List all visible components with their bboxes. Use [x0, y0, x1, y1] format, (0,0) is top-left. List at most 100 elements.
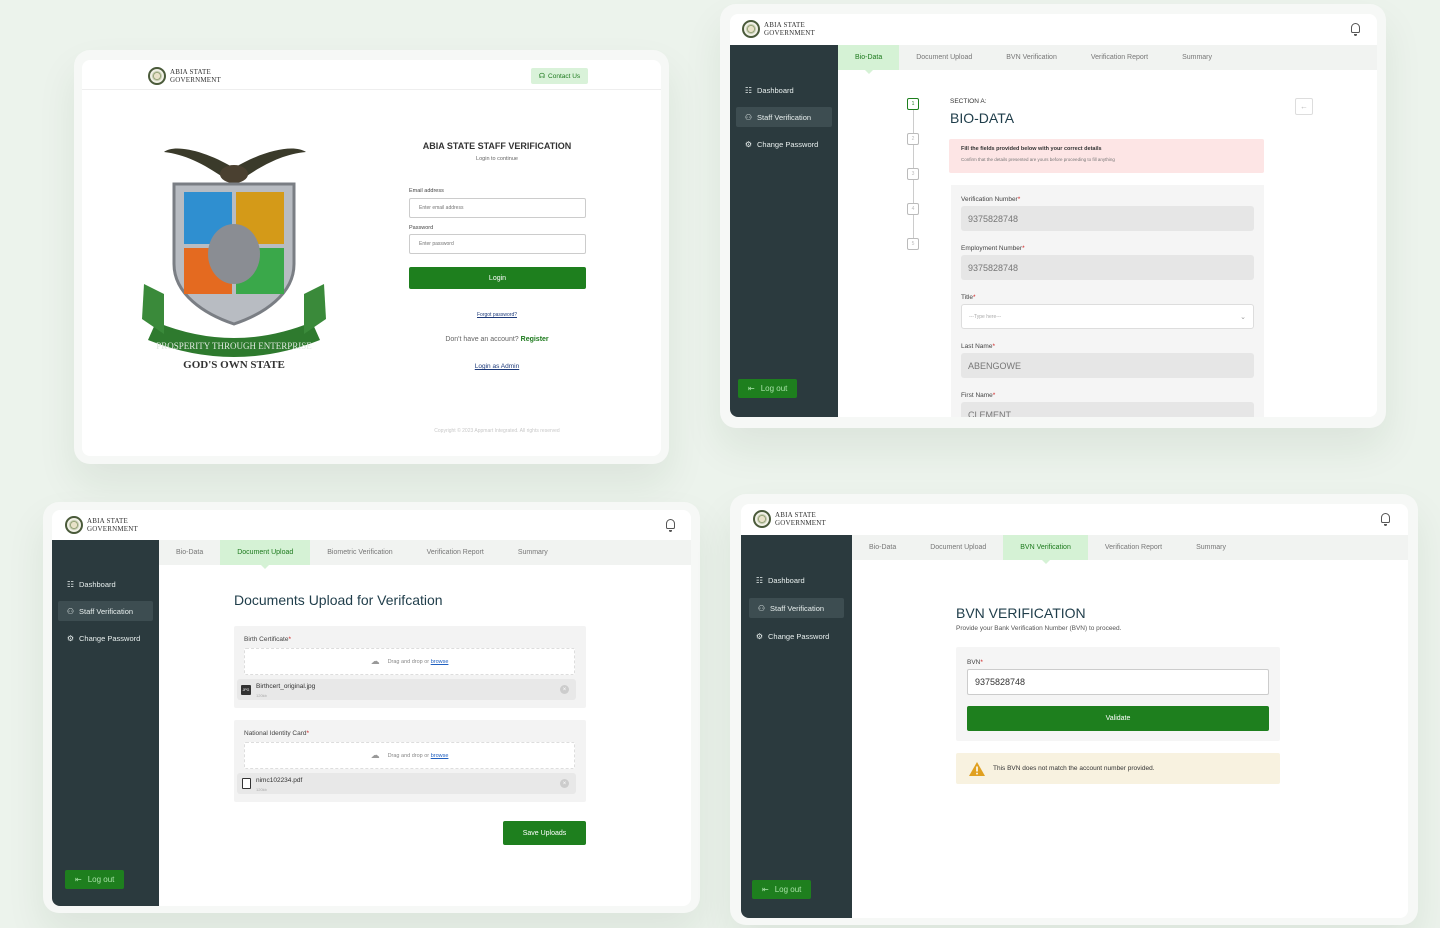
- section-title: BIO-DATA: [950, 110, 1015, 126]
- cloud-upload-icon: ☁: [370, 656, 380, 666]
- sidebar-item-dashboard[interactable]: ☷ Dashboard: [747, 570, 846, 590]
- title-select[interactable]: ---Type here--- ⌄: [961, 304, 1254, 329]
- browse-link[interactable]: browse: [431, 659, 449, 665]
- logo: ABIA STATE GOVERNMENT: [753, 510, 826, 528]
- nin-dropzone[interactable]: ☁ Drag and drop or browse: [244, 742, 575, 769]
- back-arrow-icon[interactable]: ←: [1295, 98, 1313, 115]
- logout-button[interactable]: ⇤ Log out: [752, 880, 812, 899]
- chevron-down-icon: ⌄: [1240, 313, 1246, 321]
- email-input[interactable]: [409, 198, 586, 218]
- bvn-card: BVN* 9375828748 Validate: [956, 647, 1280, 741]
- remove-file-icon[interactable]: ×: [560, 779, 569, 788]
- logout-icon: ⇤: [748, 384, 755, 393]
- tab-biometric-verification[interactable]: Biometric Verification: [310, 540, 409, 565]
- step-tabs: Bio-Data Document Upload Biometric Verif…: [159, 540, 691, 569]
- biodata-form: Verification Number* 9375828748 Employme…: [951, 185, 1264, 417]
- login-screen: ABIA STATE GOVERNMENT ☊ Contact Us PROSPE…: [82, 60, 661, 456]
- tab-verification-report[interactable]: Verification Report: [1088, 535, 1179, 560]
- page-title: BVN VERIFICATION: [956, 605, 1086, 621]
- tab-bvn-verification[interactable]: BVN Verification: [989, 45, 1074, 70]
- sidebar-item-dashboard[interactable]: ☷ Dashboard: [736, 80, 832, 100]
- notification-bell-icon[interactable]: [666, 519, 675, 532]
- login-title: ABIA STATE STAFF VERIFICATION: [422, 141, 572, 151]
- svg-text:GOD'S OWN STATE: GOD'S OWN STATE: [183, 359, 285, 371]
- national-id-card: National Identity Card* ☁ Drag and drop …: [234, 720, 586, 802]
- tab-bio-data[interactable]: Bio-Data: [159, 540, 220, 565]
- step-4[interactable]: 4: [907, 203, 919, 215]
- tab-bio-data[interactable]: Bio-Data: [838, 45, 900, 74]
- bvn-warning-alert: This BVN does not match the account numb…: [956, 753, 1280, 784]
- register-row: Don't have an account? Register: [445, 336, 549, 343]
- sidebar-item-change-password[interactable]: ⚙ Change Password: [736, 134, 832, 154]
- birth-dropzone[interactable]: ☁ Drag and drop or browse: [244, 648, 575, 675]
- sidebar: ☷ Dashboard ⚇ Staff Verification ⚙ Change P…: [52, 540, 159, 906]
- jpg-file-icon: JPG: [241, 685, 251, 695]
- tab-bio-data[interactable]: Bio-Data: [852, 535, 913, 560]
- tab-summary[interactable]: Summary: [1179, 535, 1243, 560]
- login-button[interactable]: Login: [409, 267, 586, 289]
- tab-verification-report[interactable]: Verification Report: [1074, 45, 1165, 70]
- seal-icon: [753, 510, 771, 528]
- contact-us-button[interactable]: ☊ Contact Us: [531, 68, 588, 84]
- logo: ABIA STATE GOVERNMENT: [65, 516, 138, 534]
- sidebar-item-change-password[interactable]: ⚙ Change Password: [747, 626, 846, 646]
- password-input[interactable]: [409, 234, 586, 254]
- logout-button[interactable]: ⇤ Log out: [738, 379, 798, 398]
- logout-icon: ⇤: [762, 885, 769, 894]
- save-uploads-button[interactable]: Save Uploads: [503, 821, 586, 845]
- section-label: SECTION A:: [950, 98, 987, 105]
- svg-text:PROSPERITY THROUGH ENTERPRISE: PROSPERITY THROUGH ENTERPRISE: [156, 341, 312, 351]
- tab-summary[interactable]: Summary: [501, 540, 565, 565]
- step-3[interactable]: 3: [907, 168, 919, 180]
- validate-button[interactable]: Validate: [967, 706, 1269, 731]
- first-name-field[interactable]: CLEMENT: [961, 402, 1254, 417]
- users-icon: ⚇: [66, 606, 75, 616]
- register-link[interactable]: Register: [521, 336, 549, 343]
- last-name-field[interactable]: ABENGOWE: [961, 353, 1254, 378]
- uploaded-file-nin: nimc102234.pdf 120kb ×: [237, 773, 576, 794]
- warning-icon: [969, 761, 985, 776]
- step-5[interactable]: 5: [907, 238, 919, 250]
- bvn-input[interactable]: 9375828748: [967, 669, 1269, 695]
- tab-document-upload[interactable]: Document Upload: [913, 535, 1003, 560]
- sidebar-item-staff-verification[interactable]: ⚇ Staff Verification: [736, 107, 832, 127]
- sidebar-item-staff-verification[interactable]: ⚇ Staff Verification: [58, 601, 153, 621]
- notification-bell-icon[interactable]: [1351, 23, 1360, 36]
- abia-crest-image: PROSPERITY THROUGH ENTERPRISE GOD'S OWN …: [142, 148, 326, 371]
- login-as-admin-link[interactable]: Login as Admin: [409, 363, 585, 370]
- page-subtitle: Provide your Bank Verification Number (B…: [956, 625, 1122, 632]
- step-tabs: Bio-Data Document Upload BVN Verificatio…: [852, 535, 1408, 564]
- step-1[interactable]: 1: [907, 98, 919, 110]
- tab-bvn-verification[interactable]: BVN Verification: [1003, 535, 1088, 564]
- sidebar: ☷ Dashboard ⚇ Staff Verification ⚙ Change P…: [730, 45, 838, 417]
- sidebar-item-dashboard[interactable]: ☷ Dashboard: [58, 574, 153, 594]
- verification-number-field[interactable]: 9375828748: [961, 206, 1254, 231]
- remove-file-icon[interactable]: ×: [560, 685, 569, 694]
- step-tabs: Bio-Data Document Upload BVN Verificatio…: [838, 45, 1377, 74]
- bvn-screen: ABIA STATE GOVERNMENT ☷ Dashboard ⚇ Staff V…: [741, 504, 1408, 918]
- tab-document-upload[interactable]: Document Upload: [220, 540, 311, 569]
- tab-document-upload[interactable]: Document Upload: [899, 45, 989, 70]
- sidebar-item-change-password[interactable]: ⚙ Change Password: [58, 628, 153, 648]
- uploaded-file-birth: JPG Birthcert_original.jpg 120kb ×: [237, 679, 576, 700]
- notification-bell-icon[interactable]: [1381, 513, 1390, 526]
- forgot-password-link[interactable]: Forgot password?: [409, 312, 585, 318]
- step-2[interactable]: 2: [907, 133, 919, 145]
- logout-button[interactable]: ⇤ Log out: [65, 870, 125, 889]
- logo: ABIA STATE GOVERNMENT: [742, 20, 815, 38]
- employment-number-field[interactable]: 9375828748: [961, 255, 1254, 280]
- list-icon: ☷: [744, 85, 753, 95]
- seal-icon: [65, 516, 83, 534]
- logout-icon: ⇤: [75, 875, 82, 884]
- tab-summary[interactable]: Summary: [1165, 45, 1229, 70]
- stepper: 1 2 3 4 5: [907, 98, 919, 258]
- sidebar: ☷ Dashboard ⚇ Staff Verification ⚙ Change P…: [741, 535, 852, 918]
- biodata-screen: ABIA STATE GOVERNMENT ☷ Dashboard ⚇ Staff V…: [730, 14, 1377, 417]
- password-label: Password: [409, 225, 434, 231]
- list-icon: ☷: [66, 579, 75, 589]
- sidebar-item-staff-verification[interactable]: ⚇ Staff Verification: [749, 598, 844, 618]
- users-icon: ⚇: [744, 112, 753, 122]
- biodata-frame: ABIA STATE GOVERNMENT ☷ Dashboard ⚇ Staff V…: [720, 4, 1386, 428]
- browse-link[interactable]: browse: [431, 753, 449, 759]
- tab-verification-report[interactable]: Verification Report: [410, 540, 501, 565]
